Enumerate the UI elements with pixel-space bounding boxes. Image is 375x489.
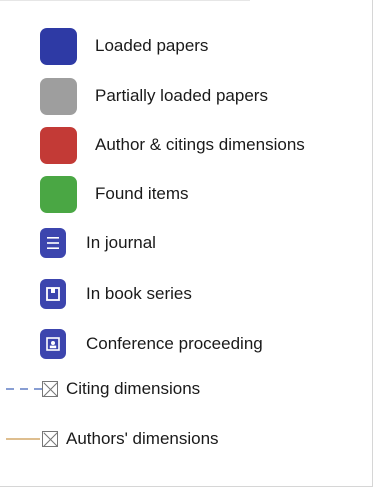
partially-loaded-swatch [40,77,77,115]
journal-lines-icon [40,228,66,258]
conference-icon [40,329,66,359]
legend-label: In journal [86,233,156,252]
author-citings-swatch [40,126,77,164]
legend-label: Found items [95,184,189,203]
legend-label: Authors' dimensions [66,429,219,448]
legend-item-loaded-papers: Loaded papers [40,27,209,65]
legend-label: In book series [86,284,192,303]
legend-item-conference: Conference proceeding [40,327,263,361]
legend-line-authors-dimensions: Authors' dimensions [0,427,219,451]
legend-label: Loaded papers [95,36,209,55]
legend-item-author-citings: Author & citings dimensions [40,126,305,164]
legend-panel: Loaded papers Partially loaded papers Au… [0,0,373,487]
legend-item-in-book-series: In book series [40,277,192,311]
legend-item-found-items: Found items [40,175,189,213]
legend-line-citing-dimensions: Citing dimensions [0,377,200,401]
checkbox-x-icon[interactable] [42,381,58,397]
legend-item-in-journal: In journal [40,226,156,260]
legend-label: Author & citings dimensions [95,135,305,154]
legend-label: Citing dimensions [66,379,201,398]
legend-label: Conference proceeding [86,334,263,353]
book-series-icon [40,279,66,309]
top-divider [0,0,250,1]
loaded-papers-swatch [40,27,77,65]
found-items-swatch [40,175,77,213]
checkbox-x-icon[interactable] [42,431,58,447]
legend-item-partially-loaded: Partially loaded papers [40,77,268,115]
legend-label: Partially loaded papers [95,86,268,105]
